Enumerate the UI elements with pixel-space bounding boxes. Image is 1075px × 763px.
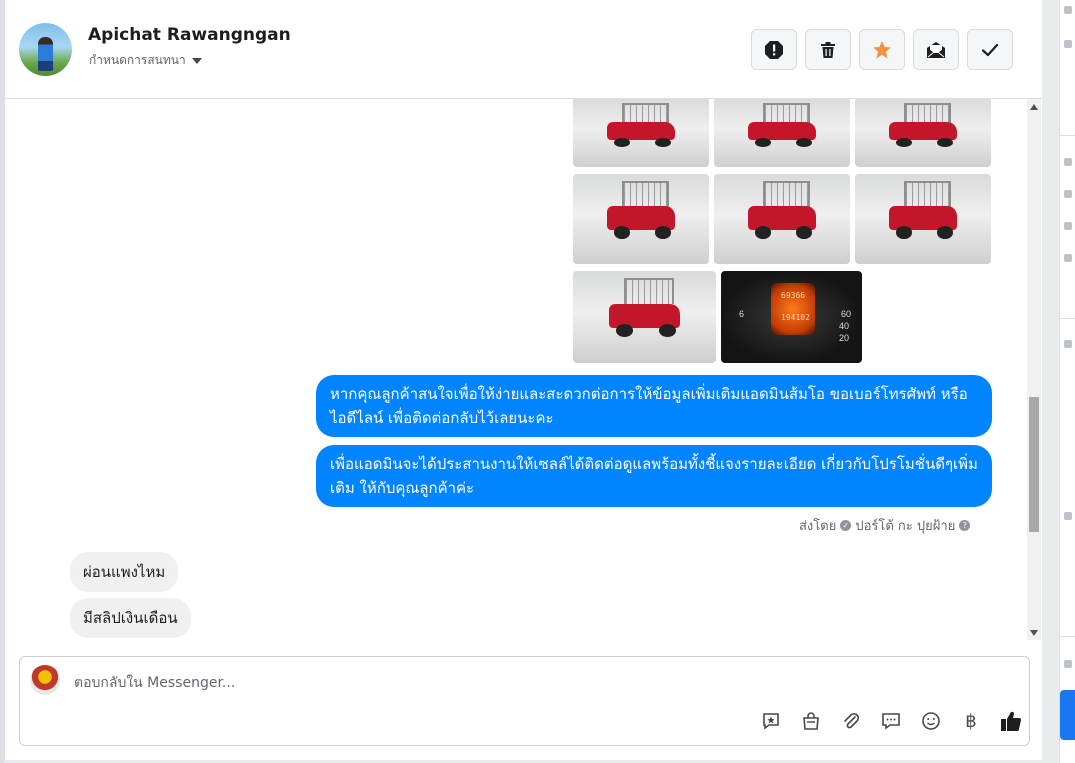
- spam-button[interactable]: [751, 29, 797, 70]
- panel-mark: [1064, 40, 1072, 48]
- assign-label: กำหนดการสนทนา: [89, 53, 186, 67]
- emoji-button[interactable]: [916, 708, 946, 734]
- dashboard-gauge-photo[interactable]: 69366 194102 6 60 40 20: [721, 271, 862, 363]
- sent-by-name[interactable]: ปอร์โต้ กะ ปุยฝ้าย: [855, 515, 955, 536]
- emoji-icon: [922, 712, 940, 730]
- star-icon: [873, 40, 891, 58]
- panel-action-button[interactable]: [1060, 690, 1075, 740]
- thumbs-up-icon: [1001, 711, 1021, 731]
- panel-mark: [1064, 158, 1072, 166]
- outgoing-message[interactable]: เพื่อแอดมินจะได้ประสานงานให้เซลล์ได้ติดต…: [316, 445, 992, 507]
- sent-by-line: ส่งโดย ✓ ปอร์โต้ กะ ปุยฝ้าย ?: [799, 515, 971, 536]
- exclamation-icon: [765, 40, 783, 59]
- car-photo[interactable]: [573, 99, 709, 167]
- saved-reply-icon: [763, 713, 779, 730]
- message-text: ผ่อนแพงไหม: [83, 563, 166, 581]
- trash-icon: [821, 41, 835, 58]
- reply-composer: ฿: [19, 656, 1030, 746]
- incoming-message[interactable]: มีสลิปเงินเดือน: [70, 598, 191, 638]
- mark-done-button[interactable]: [967, 29, 1013, 70]
- panel-divider: [1060, 636, 1075, 637]
- message-text: เพื่อแอดมินจะได้ประสานงานให้เซลล์ได้ติดต…: [330, 455, 978, 497]
- car-photo[interactable]: [855, 99, 991, 167]
- mark-unread-button[interactable]: [913, 29, 959, 70]
- outgoing-message[interactable]: หากคุณลูกค้าสนใจเพื่อให้ง่ายและสะดวกต่อก…: [316, 375, 992, 437]
- chat-bubbles-icon: [882, 713, 900, 730]
- panel-mark: [1064, 340, 1072, 348]
- gauge-odometer: 194102: [781, 313, 810, 322]
- car-photo[interactable]: [573, 271, 716, 363]
- right-details-panel: [1059, 0, 1075, 763]
- check-circle-icon: ✓: [840, 520, 852, 531]
- car-photo[interactable]: [573, 174, 709, 264]
- check-icon: [981, 43, 999, 56]
- panel-mark: [1064, 660, 1072, 668]
- reply-input[interactable]: [72, 671, 976, 695]
- car-photo[interactable]: [714, 99, 850, 167]
- attach-button[interactable]: [836, 708, 866, 734]
- scroll-down-arrow-icon[interactable]: [1030, 630, 1038, 636]
- scroll-up-arrow-icon[interactable]: [1030, 104, 1038, 110]
- shop-button[interactable]: [796, 708, 826, 734]
- panel-mark: [1064, 6, 1072, 14]
- panel-divider: [1060, 318, 1075, 319]
- thread-scrollbar[interactable]: [1027, 99, 1041, 640]
- like-button[interactable]: [996, 708, 1026, 734]
- attachment-icon: [844, 712, 860, 729]
- composer-toolbar: ฿: [756, 708, 1026, 734]
- message-thread: 69366 194102 6 60 40 20 หากคุณลูกค้าสนใจ…: [5, 99, 1027, 640]
- conversation-panel: Apichat Rawangngan กำหนดการสนทนา 69366 1…: [4, 0, 1042, 760]
- shop-bag-icon: [803, 712, 819, 730]
- gauge-trip: 69366: [781, 291, 806, 300]
- envelope-open-icon: [927, 41, 945, 58]
- car-photo[interactable]: [855, 174, 991, 264]
- panel-mark: [1064, 254, 1072, 262]
- delete-button[interactable]: [805, 29, 851, 70]
- sent-by-prefix: ส่งโดย: [799, 519, 837, 534]
- contact-avatar[interactable]: [19, 23, 72, 76]
- message-text: หากคุณลูกค้าสนใจเพื่อให้ง่ายและสะดวกต่อก…: [330, 385, 968, 427]
- incoming-message[interactable]: ผ่อนแพงไหม: [70, 552, 179, 592]
- panel-mark: [1064, 222, 1072, 230]
- panel-divider: [1060, 135, 1075, 136]
- star-button[interactable]: [859, 29, 905, 70]
- caret-down-icon: [191, 57, 202, 64]
- assign-dropdown[interactable]: กำหนดการสนทนา: [89, 51, 202, 70]
- contact-name[interactable]: Apichat Rawangngan: [88, 25, 291, 45]
- baht-icon: ฿: [965, 710, 977, 732]
- help-icon[interactable]: ?: [959, 520, 971, 531]
- saved-reply-button[interactable]: [756, 708, 786, 734]
- page-avatar: [30, 665, 60, 695]
- conversation-header: Apichat Rawangngan กำหนดการสนทนา: [5, 0, 1042, 99]
- header-actions: [751, 29, 1013, 70]
- quick-replies-button[interactable]: [876, 708, 906, 734]
- car-photo[interactable]: [714, 174, 850, 264]
- panel-mark: [1064, 190, 1072, 198]
- panel-mark: [1064, 512, 1072, 520]
- scrollbar-thumb[interactable]: [1029, 397, 1039, 532]
- payment-button[interactable]: ฿: [956, 708, 986, 734]
- message-text: มีสลิปเงินเดือน: [83, 609, 178, 627]
